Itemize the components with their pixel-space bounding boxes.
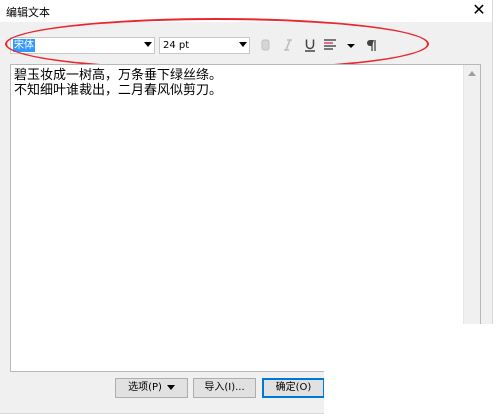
- dialog-title: 编辑文本: [6, 6, 50, 19]
- scroll-up-arrow-icon[interactable]: [468, 71, 476, 76]
- editor-line: 碧玉妆成一树高，万条垂下绿丝绦。: [14, 68, 223, 83]
- options-button[interactable]: 选项(P): [115, 378, 188, 398]
- cropped-area: [324, 324, 500, 417]
- ok-button-label: 确定(O): [275, 382, 312, 393]
- chevron-down-icon: [166, 384, 175, 390]
- options-button-label: 选项(P): [128, 382, 162, 393]
- import-button[interactable]: 导入(I)...: [193, 378, 256, 398]
- editor-text[interactable]: 碧玉妆成一树高，万条垂下绿丝绦。 不知细叶谁裁出，二月春风似剪刀。: [14, 68, 460, 98]
- editor-line: 不知细叶谁裁出，二月春风似剪刀。: [14, 83, 223, 98]
- close-icon[interactable]: ✕: [468, 0, 490, 20]
- import-button-label: 导入(I)...: [204, 382, 245, 393]
- highlight-ellipse: [5, 18, 429, 70]
- ok-button[interactable]: 确定(O): [262, 378, 325, 398]
